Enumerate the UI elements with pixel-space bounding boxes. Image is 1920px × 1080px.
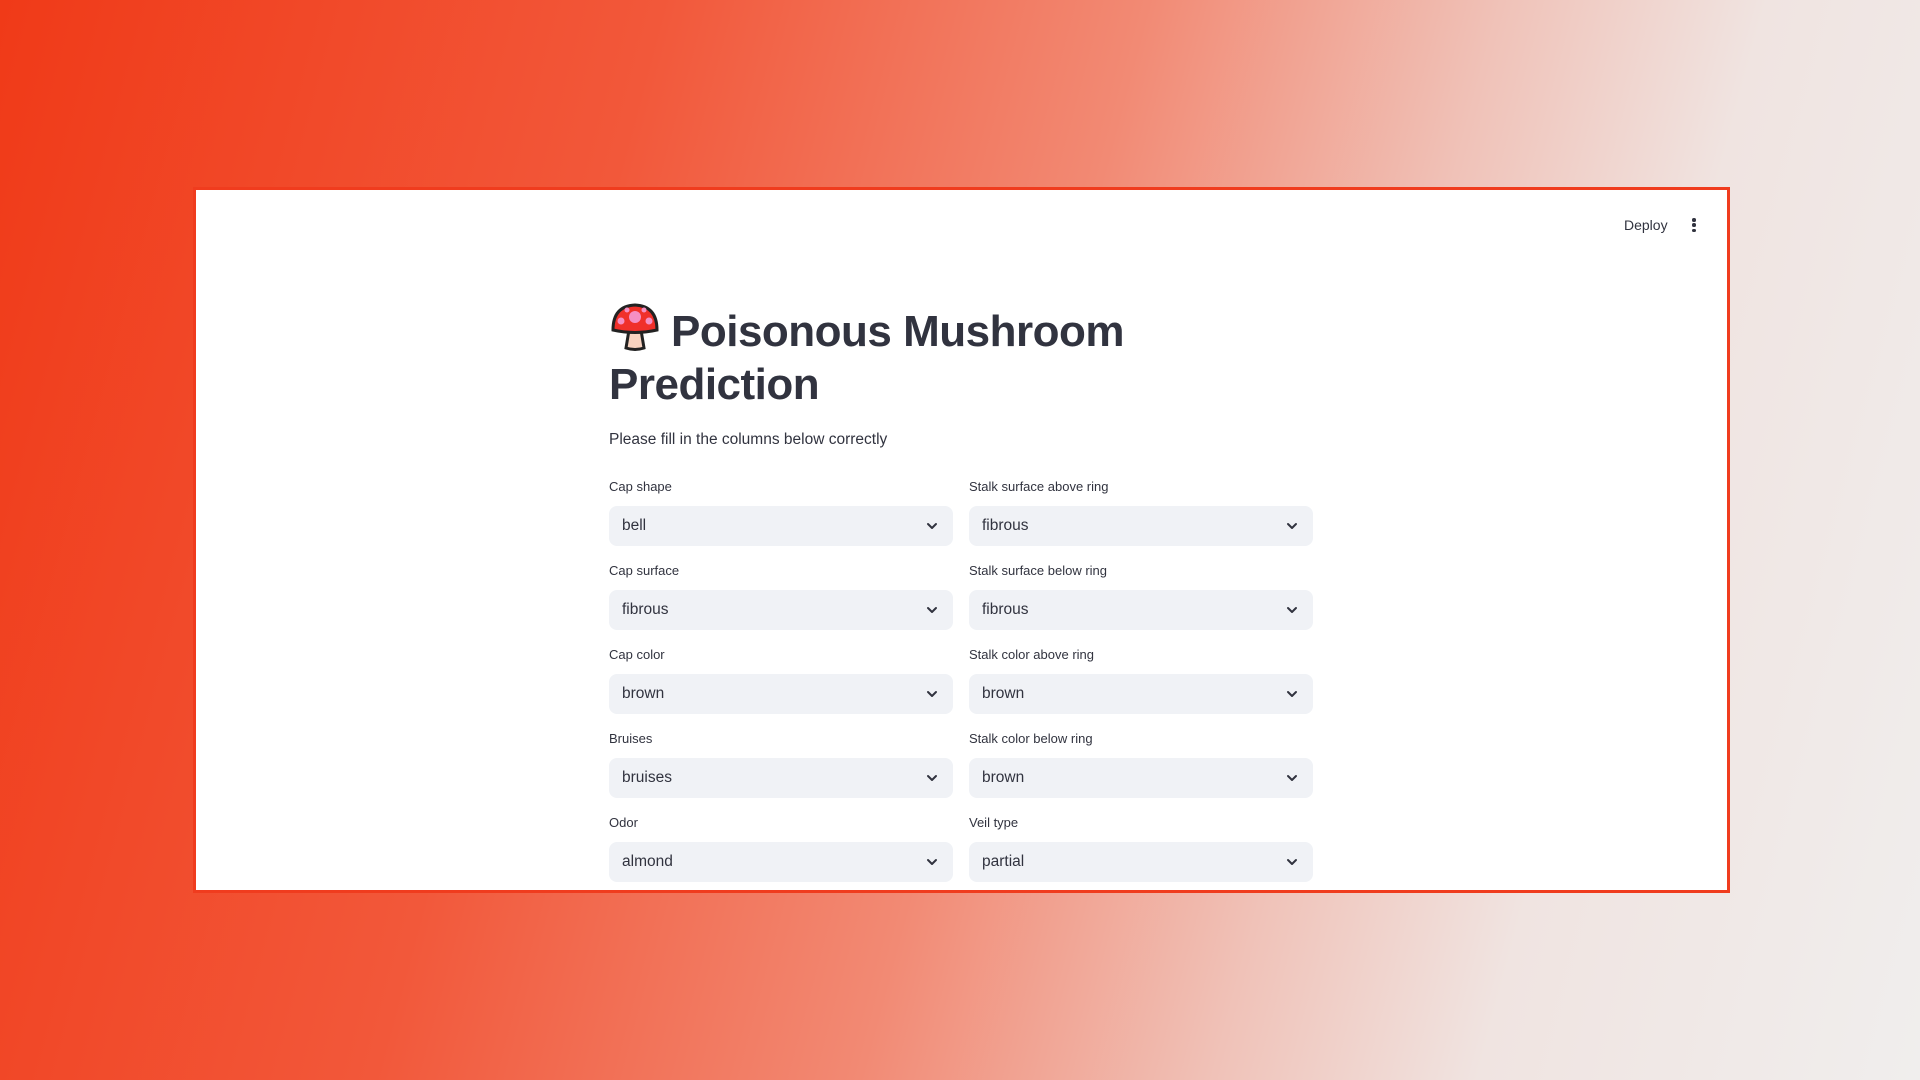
chevron-down-icon — [1287, 523, 1297, 529]
select-field: Bruises bruises — [609, 731, 953, 798]
chevron-down-icon — [1287, 607, 1297, 613]
select-dropdown[interactable]: fibrous — [609, 590, 953, 630]
field-label: Stalk color above ring — [969, 647, 1095, 662]
select-field: Cap shape bell — [609, 479, 953, 546]
selected-value: partial — [982, 853, 1025, 870]
selected-value: fibrous — [982, 517, 1029, 534]
more-options-icon[interactable] — [1688, 216, 1700, 234]
selected-value: fibrous — [622, 601, 669, 618]
chevron-down-icon — [1287, 859, 1297, 865]
selected-value: bruises — [622, 769, 672, 786]
selected-value: fibrous — [982, 601, 1029, 618]
selected-value: brown — [982, 769, 1025, 786]
selected-value: brown — [622, 685, 665, 702]
field-label: Cap color — [609, 647, 665, 662]
select-field: Stalk color above ring brown — [969, 647, 1313, 714]
mushroom-icon — [611, 303, 659, 351]
chevron-down-icon — [927, 691, 937, 697]
select-dropdown[interactable]: brown — [969, 674, 1313, 714]
field-label: Stalk color below ring — [969, 731, 1093, 746]
field-label: Odor — [609, 815, 638, 830]
selected-value: almond — [622, 853, 673, 870]
field-label: Cap surface — [609, 563, 680, 578]
chevron-down-icon — [927, 607, 937, 613]
select-field: Cap surface fibrous — [609, 563, 953, 630]
select-field: Veil type partial — [969, 815, 1313, 882]
select-dropdown[interactable]: almond — [609, 842, 953, 882]
field-label: Cap shape — [609, 479, 672, 494]
page-title: Poisonous Mushroom Prediction — [609, 302, 1169, 411]
selected-value: bell — [622, 517, 647, 534]
chevron-down-icon — [927, 775, 937, 781]
select-field: Odor almond — [609, 815, 953, 882]
select-dropdown[interactable]: bruises — [609, 758, 953, 798]
chevron-down-icon — [1287, 775, 1297, 781]
select-dropdown[interactable]: fibrous — [969, 506, 1313, 546]
field-label: Stalk surface below ring — [969, 563, 1108, 578]
select-dropdown[interactable]: partial — [969, 842, 1313, 882]
selected-value: brown — [982, 685, 1025, 702]
select-field: Cap color brown — [609, 647, 953, 714]
app-window: Deploy Poisonous Mushroom Prediction Ple… — [193, 187, 1730, 893]
select-dropdown[interactable]: bell — [609, 506, 953, 546]
chevron-down-icon — [927, 859, 937, 865]
chevron-down-icon — [1287, 691, 1297, 697]
chevron-down-icon — [927, 523, 937, 529]
select-dropdown[interactable]: brown — [969, 758, 1313, 798]
select-dropdown[interactable]: brown — [609, 674, 953, 714]
field-label: Veil type — [969, 815, 1019, 830]
select-dropdown[interactable]: fibrous — [969, 590, 1313, 630]
field-label: Bruises — [609, 731, 653, 746]
deploy-button[interactable]: Deploy — [1624, 217, 1668, 233]
select-field: Stalk surface below ring fibrous — [969, 563, 1313, 630]
field-label: Stalk surface above ring — [969, 479, 1109, 494]
select-field: Stalk color below ring brown — [969, 731, 1313, 798]
select-field: Stalk surface above ring fibrous — [969, 479, 1313, 546]
page-subtitle: Please fill in the columns below correct… — [609, 431, 888, 448]
